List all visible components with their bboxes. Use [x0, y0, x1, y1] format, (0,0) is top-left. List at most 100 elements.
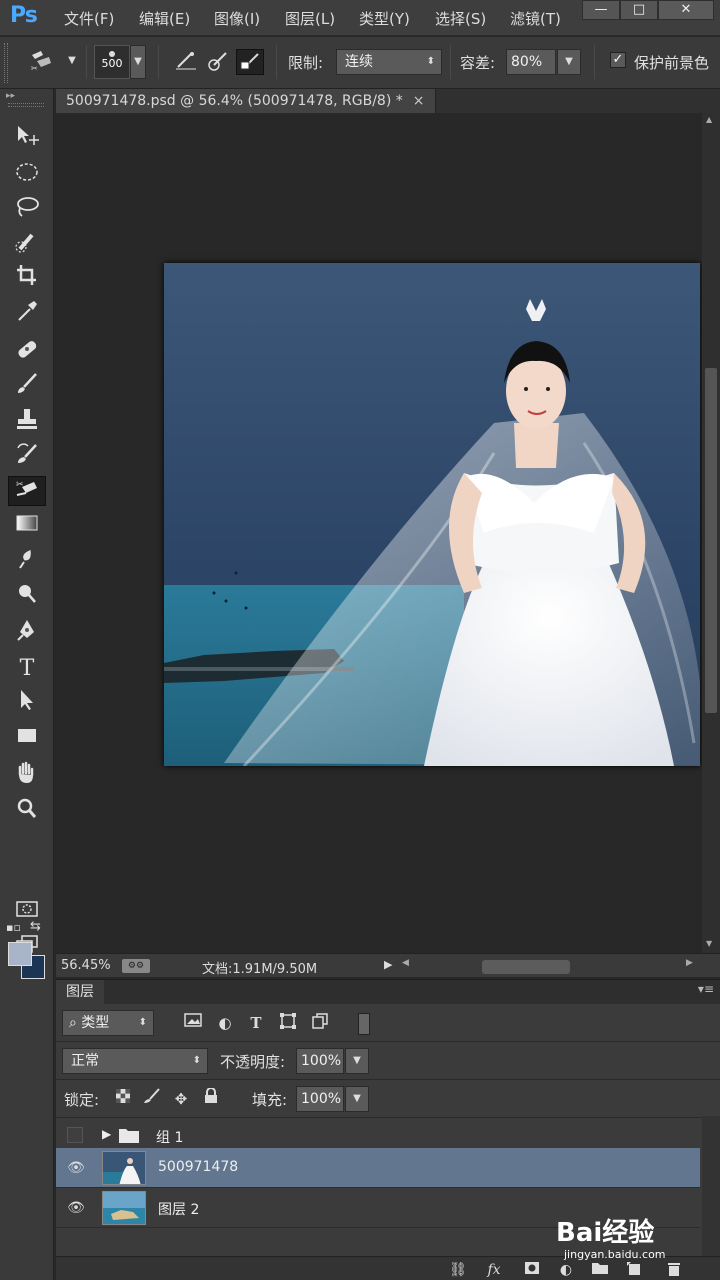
preset-dropdown-arrow[interactable]: ▼: [60, 49, 84, 75]
toolbox-collapse-icon[interactable]: ▸▸: [6, 91, 15, 101]
minimize-button[interactable]: —: [582, 0, 620, 20]
brush-size-picker[interactable]: 500: [94, 45, 130, 79]
eye-icon[interactable]: 👁: [66, 1158, 86, 1178]
background-eraser-tool-icon[interactable]: ✂: [8, 476, 46, 506]
layer-name[interactable]: 组 1: [156, 1127, 183, 1147]
sampling-continuous-icon[interactable]: [172, 49, 200, 75]
lock-image-pixels-icon[interactable]: [141, 1088, 163, 1110]
sampling-background-swatch-icon[interactable]: [236, 49, 264, 75]
filter-adjustment-layers-icon[interactable]: ◐: [214, 1012, 236, 1034]
hand-tool-icon[interactable]: [8, 761, 46, 791]
toolbox: ▸▸ ✂ T ▪▫ ⇆: [0, 89, 54, 1280]
status-bar: 56.45% ⚙⚙ 文档:1.91M/9.50M ▶ ◀ ▶: [56, 953, 720, 977]
layer-row-500971478[interactable]: 👁 500971478: [56, 1148, 700, 1188]
vertical-scroll-thumb[interactable]: [705, 368, 717, 713]
svg-text:✂: ✂: [16, 480, 24, 490]
protect-foreground-checkbox[interactable]: ✓: [610, 52, 626, 68]
document-tab[interactable]: 500971478.psd @ 56.4% (500971478, RGB/8)…: [56, 89, 436, 113]
toolbox-grip[interactable]: [8, 103, 44, 107]
spot-healing-tool-icon[interactable]: [8, 337, 46, 367]
options-bar: ✂ ▼ 500 ▼ 限制: 连续 ⬍ 容差: 80% ▼ ✓ 保护前景色: [0, 37, 720, 89]
options-divider: [594, 45, 595, 79]
blur-tool-icon[interactable]: [8, 546, 46, 576]
maximize-button[interactable]: □: [620, 0, 658, 20]
quick-selection-tool-icon[interactable]: [8, 229, 46, 259]
scroll-left-icon[interactable]: ◀: [402, 958, 409, 968]
vertical-scrollbar[interactable]: ▲ ▼: [702, 113, 720, 953]
fill-dropdown-arrow[interactable]: ▼: [345, 1086, 369, 1112]
scroll-right-icon[interactable]: ▶: [686, 958, 693, 968]
panel-menu-icon[interactable]: ▾≡: [698, 982, 714, 996]
horizontal-scrollbar[interactable]: ◀ ▶: [402, 958, 696, 974]
brush-size-arrow[interactable]: ▼: [130, 45, 146, 79]
foreground-color-swatch[interactable]: [8, 942, 32, 966]
move-tool-icon[interactable]: [8, 123, 46, 153]
filter-smart-objects-icon[interactable]: [309, 1012, 331, 1034]
pen-tool-icon[interactable]: [8, 618, 46, 648]
filter-pixel-layers-icon[interactable]: [182, 1012, 204, 1034]
lock-position-icon[interactable]: ✥: [170, 1088, 192, 1110]
elliptical-marquee-tool-icon[interactable]: [8, 160, 46, 190]
dodge-tool-icon[interactable]: [8, 581, 46, 611]
gradient-tool-icon[interactable]: [8, 511, 46, 541]
opacity-dropdown-arrow[interactable]: ▼: [345, 1048, 369, 1074]
tolerance-dropdown-arrow[interactable]: ▼: [557, 49, 581, 75]
filter-type-layers-icon[interactable]: T: [245, 1012, 267, 1034]
lasso-tool-icon[interactable]: [8, 195, 46, 225]
layers-tab[interactable]: 图层: [56, 980, 104, 1004]
fill-input[interactable]: 100%: [296, 1086, 344, 1112]
menu-filter[interactable]: 滤镜(T): [510, 8, 561, 29]
link-layers-icon[interactable]: ⛓: [448, 1261, 468, 1279]
status-info-icon[interactable]: ⚙⚙: [122, 959, 150, 973]
layer-name[interactable]: 图层 2: [158, 1199, 199, 1219]
document-canvas-image[interactable]: [164, 263, 700, 766]
menu-edit[interactable]: 编辑(E): [139, 8, 190, 29]
menu-select[interactable]: 选择(S): [435, 8, 486, 29]
menu-image[interactable]: 图像(I): [214, 8, 260, 29]
eye-icon[interactable]: 👁: [66, 1198, 86, 1218]
menu-layer[interactable]: 图层(L): [285, 8, 335, 29]
layer-filter-select[interactable]: ⌕ 类型 ⬍: [62, 1010, 154, 1036]
lock-label: 锁定:: [64, 1091, 100, 1109]
blend-mode-select[interactable]: 正常 ⬍: [62, 1048, 208, 1074]
layer-visibility-toggle[interactable]: [67, 1127, 83, 1143]
add-mask-icon[interactable]: [522, 1261, 542, 1279]
updown-arrow-icon: ⬍: [426, 56, 435, 67]
limit-label: 限制:: [288, 54, 324, 72]
tolerance-input[interactable]: 80%: [506, 49, 556, 75]
background-eraser-preset-icon[interactable]: ✂: [28, 49, 56, 75]
filter-toggle-switch[interactable]: [358, 1013, 370, 1035]
zoom-tool-icon[interactable]: [8, 796, 46, 826]
sampling-once-icon[interactable]: [204, 49, 232, 75]
limit-select[interactable]: 连续 ⬍: [336, 49, 442, 75]
lock-transparent-pixels-icon[interactable]: [112, 1088, 134, 1110]
brush-tool-icon[interactable]: [8, 372, 46, 402]
lock-all-icon[interactable]: [200, 1087, 222, 1110]
layer-style-fx-icon[interactable]: fx: [484, 1261, 504, 1279]
layer-name[interactable]: 500971478: [158, 1159, 238, 1175]
opacity-input[interactable]: 100%: [296, 1048, 344, 1074]
scroll-down-icon[interactable]: ▼: [706, 939, 712, 948]
brush-size-value: 500: [101, 57, 123, 70]
canvas-area[interactable]: [56, 113, 702, 953]
options-grip[interactable]: [4, 43, 8, 83]
horizontal-scroll-thumb[interactable]: [482, 960, 570, 974]
type-tool-icon[interactable]: T: [8, 654, 46, 684]
rectangle-tool-icon[interactable]: [8, 723, 46, 753]
quick-mask-icon[interactable]: [8, 897, 46, 927]
history-brush-tool-icon[interactable]: [8, 442, 46, 472]
menu-file[interactable]: 文件(F): [64, 8, 114, 29]
menu-type[interactable]: 类型(Y): [359, 8, 410, 29]
filter-shape-layers-icon[interactable]: [277, 1012, 299, 1034]
scroll-up-icon[interactable]: ▲: [706, 115, 712, 124]
path-selection-tool-icon[interactable]: [8, 688, 46, 718]
close-window-button[interactable]: ✕: [658, 0, 714, 20]
status-menu-arrow-icon[interactable]: ▶: [384, 958, 392, 971]
zoom-level[interactable]: 56.45%: [61, 958, 111, 973]
close-tab-icon[interactable]: ×: [413, 93, 425, 109]
clone-stamp-tool-icon[interactable]: [8, 407, 46, 437]
expand-group-icon[interactable]: ▶: [102, 1127, 111, 1141]
crop-tool-icon[interactable]: [8, 263, 46, 293]
layer-thumbnail: [102, 1191, 146, 1225]
eyedropper-tool-icon[interactable]: [8, 299, 46, 329]
